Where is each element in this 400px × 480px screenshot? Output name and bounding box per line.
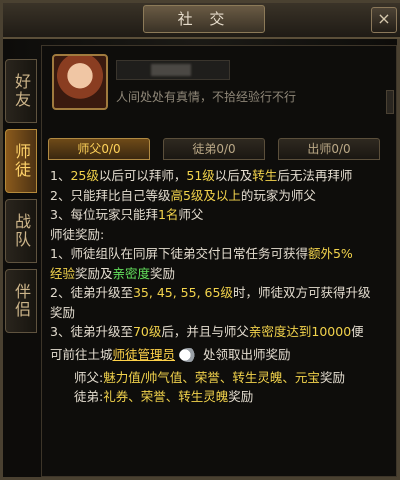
rule-1: 1、25级以后可以拜师，51级以后及转生后无法再拜师 bbox=[50, 166, 390, 186]
highlight: 高5级及以上 bbox=[170, 187, 241, 203]
highlight: 亲密度达到10000 bbox=[248, 324, 352, 339]
player-name-field bbox=[116, 60, 230, 80]
reward-title: 师徒奖励: bbox=[50, 226, 105, 242]
highlight: 礼券、荣誉、转生灵魄 bbox=[103, 389, 229, 404]
window-title: 社 交 bbox=[143, 5, 265, 33]
apprentice-rewards: 徒弟:礼券、荣誉、转生灵魄奖励 bbox=[50, 387, 390, 407]
master-rewards: 师父:魅力值/帅气值、荣誉、转生灵魄、元宝奖励 bbox=[50, 368, 390, 388]
highlight: 经验 bbox=[50, 265, 76, 281]
reward-1: 1、师徒组队在同屏下徒弟交付日常任务可获得额外5% bbox=[50, 244, 390, 264]
avatar[interactable] bbox=[52, 54, 108, 110]
text: 便 bbox=[351, 324, 364, 339]
reward-3: 3、徒弟升级至70级后，并且与师父亲密度达到10000便 bbox=[50, 322, 390, 342]
text: 奖励 bbox=[228, 389, 254, 404]
blurred-name bbox=[151, 64, 191, 76]
text: 1、师徒组队在同屏下徒弟交付日常任务可获得 bbox=[50, 246, 308, 261]
text: 奖励及 bbox=[75, 265, 113, 281]
text: 可前往土城 bbox=[50, 346, 113, 362]
player-signature: 人间处处有真情，不拾经验行不行 bbox=[116, 90, 297, 104]
text: 的玩家为师父 bbox=[240, 187, 316, 203]
highlight: 51级 bbox=[186, 168, 215, 183]
text: 处领取出师奖励 bbox=[203, 346, 291, 362]
text: 以后可以拜师， bbox=[98, 168, 187, 183]
rule-2: 2、只能拜比自己等级高5级及以上的玩家为师父 bbox=[50, 186, 390, 206]
text: 3、徒弟升级至 bbox=[50, 324, 133, 339]
text: 奖励 bbox=[150, 265, 176, 281]
tab-graduated[interactable]: 出师0/0 bbox=[278, 138, 380, 160]
text: 后，并且与师父 bbox=[161, 324, 249, 339]
text: 奖励 bbox=[319, 369, 345, 385]
text: 师父: bbox=[74, 369, 104, 385]
title-bar: 社 交 × bbox=[3, 3, 400, 39]
rules-text: 1、25级以后可以拜师，51级以后及转生后无法再拜师 2、只能拜比自己等级高5级… bbox=[50, 166, 390, 407]
tab-apprentice[interactable]: 徒弟0/0 bbox=[163, 138, 265, 160]
social-window: 社 交 × 好友 师徒 战队 伴侣 人间处处有真情，不拾经验行不行 师父0/0 … bbox=[0, 0, 400, 480]
highlight: 35, 45, 55, 65级 bbox=[132, 285, 233, 300]
npc-link[interactable]: 师徒管理员 bbox=[113, 347, 176, 362]
highlight: 70级 bbox=[132, 324, 162, 339]
scroll-handle[interactable] bbox=[386, 90, 394, 114]
text: 2、徒弟升级至 bbox=[50, 285, 133, 300]
text: 后无法再拜师 bbox=[277, 168, 353, 183]
tab-master[interactable]: 师父0/0 bbox=[48, 138, 150, 160]
text: 徒弟: bbox=[74, 389, 104, 404]
reward-2-cont: 奖励 bbox=[50, 304, 76, 320]
close-button[interactable]: × bbox=[371, 7, 397, 33]
rule-3: 3、每位玩家只能拜1名师父 bbox=[50, 205, 390, 225]
highlight: 25级 bbox=[70, 168, 99, 183]
tab-team[interactable]: 战队 bbox=[5, 199, 37, 263]
text: 2、只能拜比自己等级 bbox=[50, 187, 171, 203]
text: 时，师徒双方可获得升级 bbox=[232, 285, 371, 300]
tab-mentorship[interactable]: 师徒 bbox=[5, 129, 37, 193]
text: 3、每位玩家只能拜 bbox=[50, 207, 158, 222]
text: 1、 bbox=[50, 168, 71, 183]
highlight-green: 亲密度 bbox=[112, 265, 151, 281]
content-panel: 人间处处有真情，不拾经验行不行 师父0/0 徒弟0/0 出师0/0 1、25级以… bbox=[41, 45, 397, 477]
tab-friends[interactable]: 好友 bbox=[5, 59, 37, 123]
reward-2: 2、徒弟升级至35, 45, 55, 65级时，师徒双方可获得升级 bbox=[50, 283, 390, 303]
reward-3-cont: 可前往土城师徒管理员 处领取出师奖励 bbox=[50, 342, 390, 368]
highlight: 额外5% bbox=[307, 246, 353, 261]
highlight: 1名 bbox=[157, 207, 179, 222]
tab-partner[interactable]: 伴侣 bbox=[5, 269, 37, 333]
text: 师父 bbox=[178, 207, 204, 222]
reward-1-cont: 经验奖励及亲密度奖励 bbox=[50, 264, 390, 284]
text: 以后及 bbox=[214, 168, 253, 183]
white-wing-icon[interactable] bbox=[179, 348, 200, 362]
sub-tab-bar: 师父0/0 徒弟0/0 出师0/0 bbox=[48, 138, 388, 160]
highlight: 转生 bbox=[252, 168, 278, 183]
highlight: 魅力值/帅气值、荣誉、转生灵魄、元宝 bbox=[103, 369, 320, 385]
